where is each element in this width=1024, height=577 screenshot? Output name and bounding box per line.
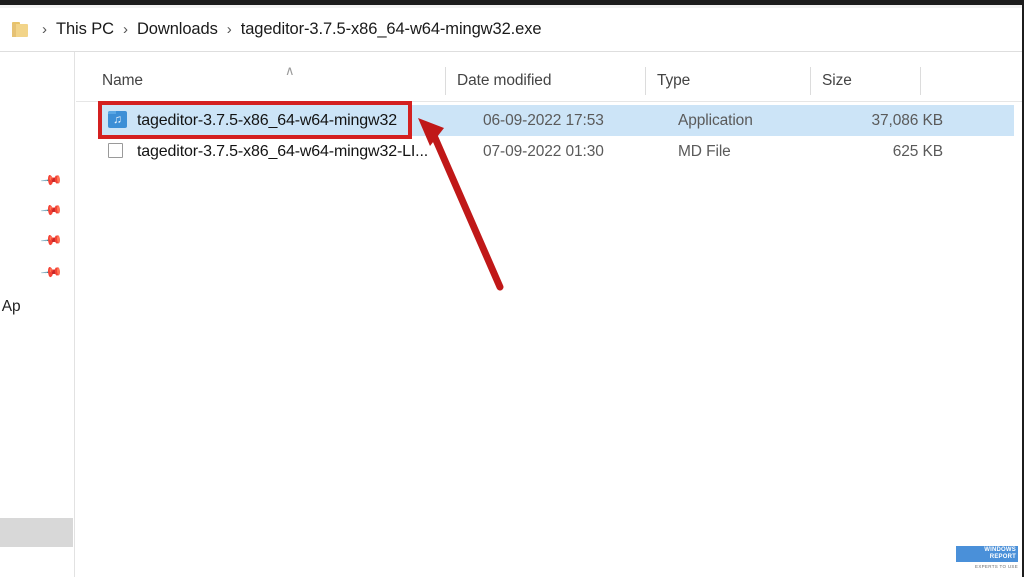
file-name: tageditor-3.7.5-x86_64-w64-mingw32 bbox=[137, 112, 397, 129]
sidebar-item-downloads[interactable]: ds bbox=[0, 195, 73, 224]
folder-icon bbox=[12, 22, 29, 37]
column-header-label: Type bbox=[657, 72, 691, 89]
column-header-label: Name bbox=[102, 72, 143, 89]
column-header-row: Name ∧ Date modified Type Size bbox=[76, 61, 1024, 101]
file-name: tageditor-3.7.5-x86_64-w64-mingw32-LI... bbox=[137, 143, 429, 160]
column-header-type[interactable]: Type bbox=[645, 61, 810, 101]
checkbox-icon[interactable] bbox=[108, 143, 123, 158]
file-type: MD File bbox=[678, 143, 731, 160]
column-header-label: Size bbox=[822, 72, 852, 89]
column-divider bbox=[645, 67, 646, 95]
sidebar-item-4[interactable] bbox=[0, 255, 73, 284]
column-header-label: Date modified bbox=[457, 72, 552, 89]
app-music-tag-icon: ♫ bbox=[108, 111, 127, 128]
column-divider bbox=[810, 67, 811, 95]
breadcrumb-item-downloads[interactable]: Downloads bbox=[137, 20, 218, 39]
breadcrumb-item-file[interactable]: tageditor-3.7.5-x86_64-w64-mingw32.exe bbox=[241, 20, 542, 39]
breadcrumb-separator-icon: › bbox=[226, 21, 232, 38]
file-date-modified: 07-09-2022 01:30 bbox=[483, 143, 604, 160]
file-size: 37,086 KB bbox=[871, 112, 944, 129]
sidebar-item-editor[interactable]: tor bbox=[0, 314, 73, 343]
file-explorer-window: › This PC › Downloads › tageditor-3.7.5-… bbox=[0, 0, 1024, 577]
sidebar-item-0[interactable]: s bbox=[0, 88, 73, 117]
column-divider bbox=[920, 67, 921, 95]
column-header-size[interactable]: Size bbox=[810, 61, 920, 101]
sidebar-item-downloads-selected[interactable]: ds bbox=[0, 518, 73, 547]
sort-ascending-icon: ∧ bbox=[285, 63, 295, 78]
sidebar-item-documents[interactable]: ts bbox=[0, 224, 73, 253]
file-list-pane[interactable]: Name ∧ Date modified Type Size ♫ tagedit… bbox=[76, 52, 1024, 577]
navigation-sidebar[interactable]: s 📌 📌 ds 📌 ts 📌 Preview Ap App tor ts bbox=[0, 52, 76, 577]
watermark-tagline: EXPERTS TO USE bbox=[975, 564, 1018, 569]
address-bar[interactable]: › This PC › Downloads › tageditor-3.7.5-… bbox=[0, 8, 1024, 51]
table-row[interactable]: tageditor-3.7.5-x86_64-w64-mingw32-LI...… bbox=[98, 136, 1014, 167]
column-divider bbox=[445, 67, 446, 95]
breadcrumb-item-this-pc[interactable]: This PC bbox=[56, 20, 114, 39]
breadcrumb-separator-icon: › bbox=[42, 21, 47, 38]
column-header-date-modified[interactable]: Date modified bbox=[445, 61, 645, 101]
file-type: Application bbox=[678, 112, 753, 129]
file-date-modified: 06-09-2022 17:53 bbox=[483, 112, 604, 129]
file-size: 625 KB bbox=[892, 143, 943, 160]
table-row[interactable]: ♫ tageditor-3.7.5-x86_64-w64-mingw32 06-… bbox=[98, 105, 1014, 136]
sidebar-item-documents-2[interactable]: ts bbox=[0, 426, 73, 455]
breadcrumb-separator-icon: › bbox=[122, 21, 128, 38]
watermark-title: WINDOWS REPORT bbox=[956, 546, 1018, 562]
sidebar-item-1[interactable] bbox=[0, 162, 73, 191]
sidebar-divider bbox=[74, 52, 75, 577]
column-header-rule bbox=[76, 101, 1024, 102]
watermark: WINDOWS REPORT EXPERTS TO USE bbox=[956, 545, 1018, 569]
column-header-end bbox=[920, 61, 922, 101]
column-header-name[interactable]: Name ∧ bbox=[90, 61, 445, 101]
